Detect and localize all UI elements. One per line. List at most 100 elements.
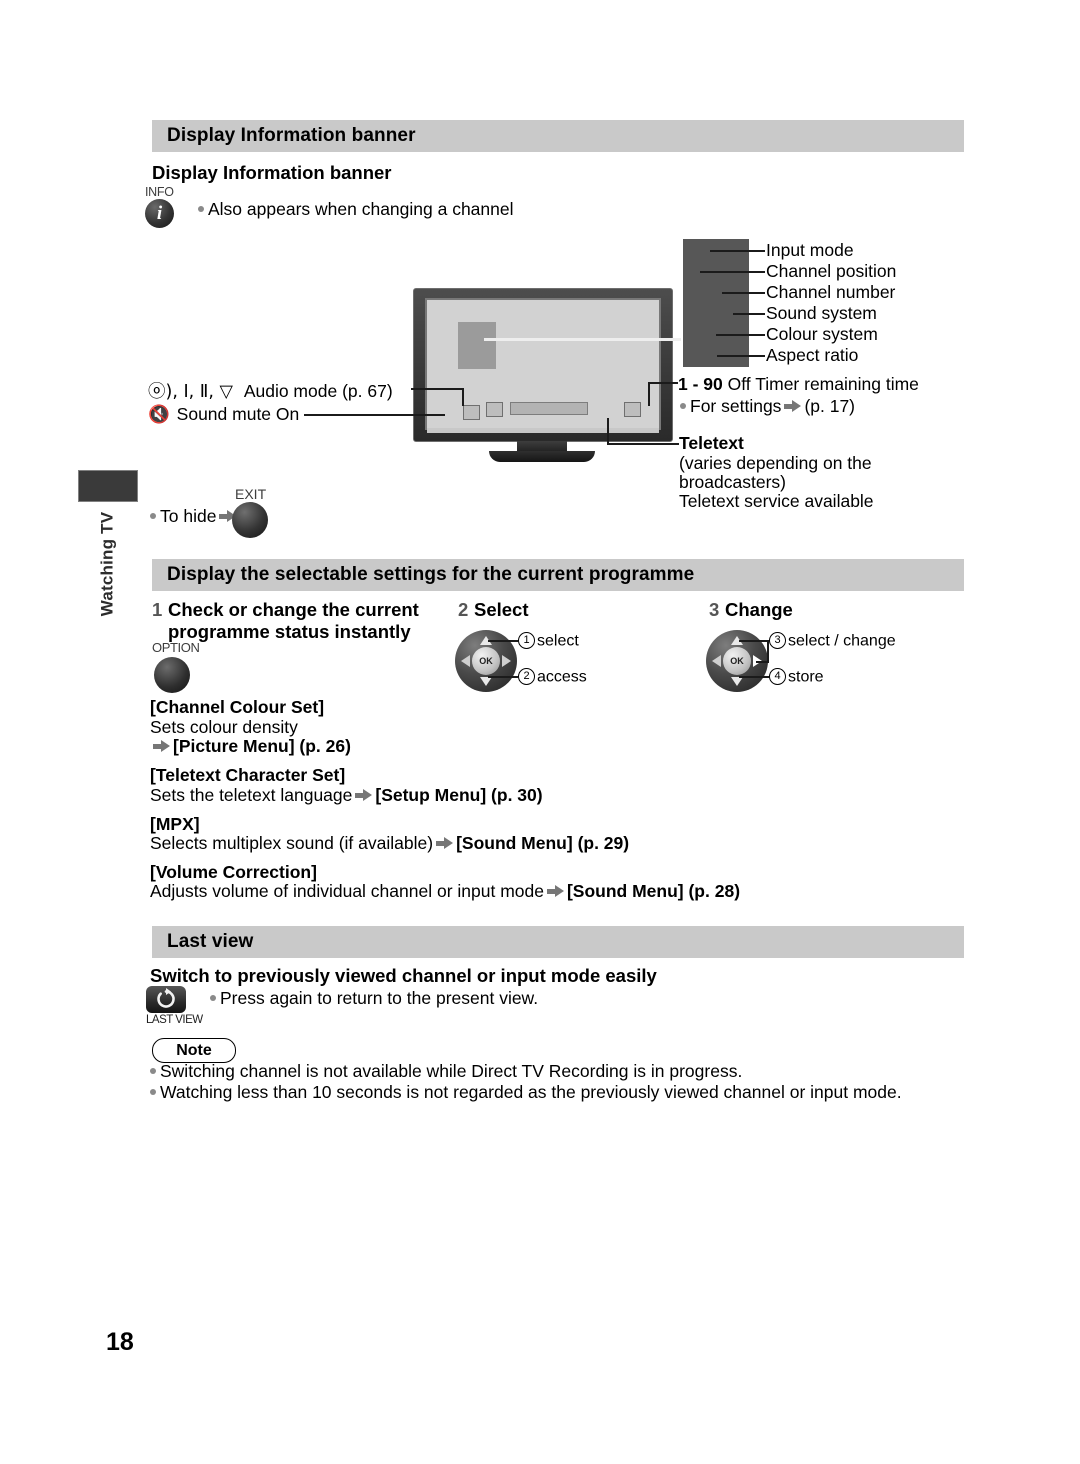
tv-illustration	[413, 288, 685, 468]
subtitle-last-view: Switch to previously viewed channel or i…	[150, 965, 657, 986]
osd-value-colour-system: PAL	[6, 327, 30, 341]
tv-indicator-sound-mute	[486, 402, 503, 417]
bullet-dot-icon	[198, 206, 204, 213]
arrow-right-icon	[355, 789, 373, 802]
side-tab-text: Watching TV	[97, 511, 117, 617]
step-3-title: Change	[725, 599, 793, 620]
setting-name-volume-correction: [Volume Correction]	[150, 862, 317, 882]
dpad-down-arrow-icon[interactable]	[480, 677, 492, 686]
lead-line-audio-mode	[411, 388, 464, 390]
step-3-number: 3	[709, 599, 720, 620]
setting-desc-channel-colour-set: Sets colour density	[150, 717, 298, 737]
audio-mode-line: ⓞ), Ⅰ, Ⅱ, ▽ Audio mode (p. 67)	[148, 378, 393, 403]
lead-line-channel-position	[700, 271, 765, 273]
setting-ref-mpx: [Sound Menu] (p. 29)	[456, 833, 630, 853]
dpad3-select-change-text: select / change	[788, 632, 896, 650]
setting-desc-volume-correction: Adjusts volume of individual channel or …	[150, 881, 544, 901]
step-1-title-line1: Check or change the current	[168, 599, 419, 620]
circular-arrow-icon	[157, 988, 175, 1008]
dpad-ok-button[interactable]: OK	[472, 647, 500, 675]
osd-value-sound-system: 5.5MHz	[6, 306, 48, 320]
last-view-button[interactable]: LAST VIEW	[146, 986, 216, 1026]
dpad2-label-select: 1 select	[518, 632, 579, 651]
osd-value-input-mode: TV	[6, 243, 22, 257]
last-view-bullet-line: Press again to return to the present vie…	[210, 988, 538, 1009]
setting-desc-volume-correction-line: Adjusts volume of individual channel or …	[150, 881, 740, 902]
dpad-right-arrow-icon[interactable]	[502, 655, 511, 667]
dpad2-select-text: select	[537, 632, 579, 650]
setting-name-channel-colour-set: [Channel Colour Set]	[150, 697, 325, 717]
lead-line-osd-block	[484, 338, 681, 341]
exit-button[interactable]: EXIT	[232, 487, 312, 538]
info-i-glyph: i	[156, 202, 163, 224]
osd-label-input-mode: Input mode	[766, 240, 854, 260]
setting-desc-mpx: Selects multiplex sound (if available)	[150, 833, 434, 853]
info-icon-label: INFO	[145, 185, 174, 199]
dpad2-label-access: 2 access	[518, 668, 587, 687]
lead-line-off-timer-v	[648, 382, 650, 406]
osd-value-aspect-ratio: 16:9	[6, 348, 31, 362]
audio-mode-text: Audio mode (p. 67)	[243, 381, 393, 401]
tv-osd-info-block	[458, 322, 496, 369]
teletext-title: Teletext	[679, 433, 744, 453]
info-icon-circle: i	[145, 199, 174, 228]
option-button-circle	[154, 657, 190, 693]
dpad-ok-button[interactable]: OK	[723, 647, 751, 675]
teletext-line-2: broadcasters)	[679, 472, 786, 492]
lead-line-aspect-ratio	[717, 355, 765, 357]
dpad3-store-text: store	[788, 668, 824, 686]
off-timer-text: Off Timer remaining time	[727, 374, 919, 394]
dpad-left-arrow-icon[interactable]	[712, 655, 721, 667]
side-tab-label: Watching TV	[78, 500, 136, 630]
sound-mute-text: Sound mute On	[176, 404, 300, 424]
setting-desc-teletext-character-set-line: Sets the teletext language [Setup Menu] (…	[150, 785, 543, 806]
note-item-2-text: Watching less than 10 seconds is not reg…	[160, 1082, 902, 1102]
bullet-dot-icon	[150, 513, 156, 520]
bullet-dot-icon	[210, 995, 216, 1002]
sound-mute-line: 🔇 Sound mute On	[148, 404, 299, 425]
lead-line-audio-mode-v	[462, 388, 464, 406]
tv-indicator-audio-mode	[463, 405, 480, 420]
osd-value-channel-position: 1	[6, 264, 13, 278]
exit-button-label: EXIT	[235, 486, 267, 502]
lead-line-dpad2-select	[488, 640, 518, 642]
note-badge: Note	[152, 1038, 236, 1063]
tv-base-strip	[427, 428, 659, 433]
audio-mode-symbols: ⓞ), Ⅰ, Ⅱ, ▽	[148, 382, 233, 402]
off-timer-settings-pre: For settings	[690, 396, 782, 416]
dpad-left-arrow-icon[interactable]	[461, 655, 470, 667]
option-button-label: OPTION	[152, 640, 200, 655]
osd-label-sound-system: Sound system	[766, 303, 877, 323]
info-bullet-text: Also appears when changing a channel	[208, 199, 514, 219]
off-timer-range: 1 - 90	[678, 374, 723, 394]
step-2-number: 2	[458, 599, 469, 620]
exit-button-circle	[232, 502, 268, 538]
section-header-text: Display the selectable settings for the …	[167, 564, 695, 585]
tv-led-indicators	[518, 435, 546, 448]
option-button[interactable]: OPTION	[152, 641, 242, 693]
lead-line-channel-number	[722, 292, 765, 294]
setting-ref-channel-colour-set: [Picture Menu] (p. 26)	[173, 736, 351, 756]
tv-bezel	[413, 288, 673, 448]
osd-label-channel-number: Channel number	[766, 282, 896, 302]
page-number: 18	[106, 1328, 134, 1356]
arrow-right-icon	[153, 740, 170, 753]
dpad2-access-text: access	[537, 668, 587, 686]
osd-label-aspect-ratio: Aspect ratio	[766, 345, 859, 365]
step-marker-2: 2	[518, 668, 535, 685]
to-hide-text: To hide	[160, 506, 217, 526]
setting-desc-mpx-line: Selects multiplex sound (if available) [S…	[150, 833, 629, 854]
note-badge-text: Note	[176, 1041, 212, 1059]
step-1-title-line2: programme status instantly	[168, 621, 411, 642]
setting-ref-teletext-character-set: [Setup Menu] (p. 30)	[375, 785, 543, 805]
bullet-dot-icon	[680, 403, 686, 410]
step-marker-1: 1	[518, 632, 535, 649]
osd-label-channel-position: Channel position	[766, 261, 897, 281]
osd-label-colour-system: Colour system	[766, 324, 878, 344]
tv-screen	[427, 300, 659, 428]
dpad-down-arrow-icon[interactable]	[731, 677, 743, 686]
tv-bezel-inner	[425, 298, 661, 430]
off-timer-settings-post: (p. 17)	[804, 396, 856, 416]
lead-line-dpad3-select	[739, 640, 769, 642]
step-marker-4: 4	[769, 668, 786, 685]
